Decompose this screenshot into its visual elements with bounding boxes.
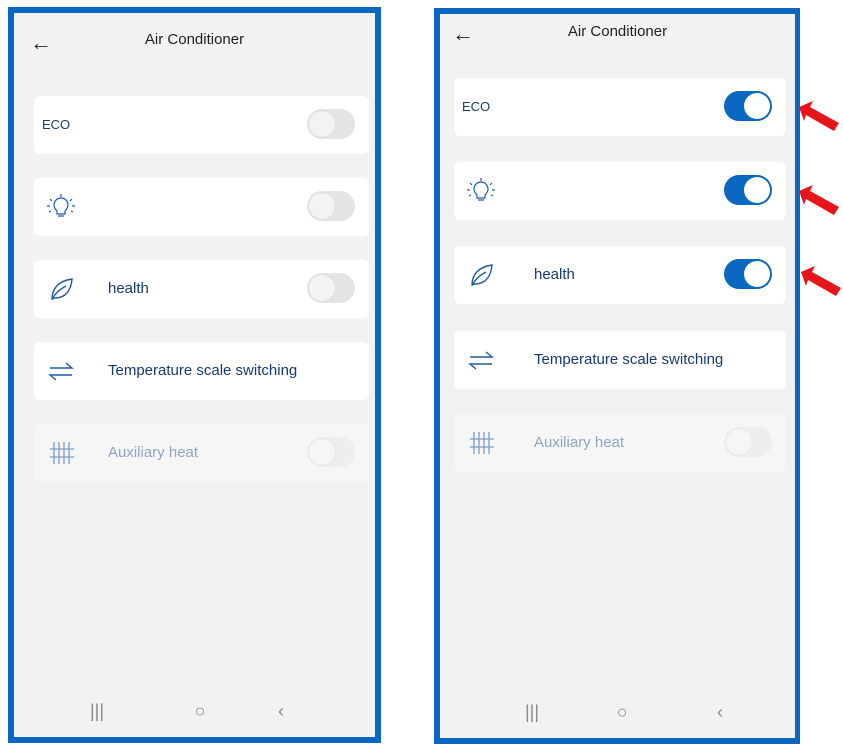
leaf-icon [464, 258, 498, 292]
system-nav-bar: ||| ○ ‹ [440, 692, 795, 738]
phone-screen-right: ← Air Conditioner ECO health Temperature… [434, 8, 800, 744]
health-label: health [108, 280, 149, 297]
page-title: Air Conditioner [567, 23, 668, 40]
toggle-knob [744, 261, 770, 287]
annotation-arrow-icon [799, 101, 839, 131]
light-row [34, 178, 369, 236]
toggle-knob [744, 93, 770, 119]
top-bar: ← Air Conditioner [14, 13, 375, 73]
lightbulb-icon [44, 190, 78, 224]
recent-apps-button[interactable]: ||| [517, 702, 547, 728]
health-toggle[interactable] [724, 259, 772, 289]
eco-toggle[interactable] [307, 109, 355, 139]
eco-toggle[interactable] [724, 91, 772, 121]
temperature-scale-label: Temperature scale switching [534, 351, 724, 368]
swap-arrows-icon [44, 354, 78, 388]
eco-row: ECO [454, 78, 786, 136]
toggle-knob [309, 275, 335, 301]
auxiliary-heat-row: Auxiliary heat [34, 424, 369, 482]
nav-back-button[interactable]: ‹ [705, 702, 735, 728]
light-toggle[interactable] [724, 175, 772, 205]
light-toggle[interactable] [307, 191, 355, 221]
temperature-scale-row[interactable]: Temperature scale switching [454, 331, 786, 389]
home-button[interactable]: ○ [185, 701, 215, 727]
auxiliary-heat-label: Auxiliary heat [534, 434, 625, 451]
auxiliary-heat-row: Auxiliary heat [454, 414, 786, 472]
toggle-knob [309, 111, 335, 137]
toggle-knob [309, 439, 335, 465]
eco-label: ECO [42, 117, 71, 132]
home-button[interactable]: ○ [607, 702, 637, 728]
toggle-knob [309, 193, 335, 219]
temperature-scale-label: Temperature scale switching [108, 362, 298, 379]
eco-label: ECO [462, 99, 491, 114]
temperature-scale-row[interactable]: Temperature scale switching [34, 342, 369, 400]
leaf-icon [44, 272, 78, 306]
system-nav-bar: ||| ○ ‹ [14, 691, 375, 737]
recent-apps-button[interactable]: ||| [82, 701, 112, 727]
annotation-arrow-icon [801, 266, 841, 296]
auxiliary-heat-toggle [307, 437, 355, 467]
toggle-knob [726, 429, 752, 455]
eco-row: ECO [34, 96, 369, 154]
top-bar: ← Air Conditioner [440, 14, 795, 74]
lightbulb-icon [464, 174, 498, 208]
swap-arrows-icon [464, 343, 498, 377]
heater-grid-icon [464, 426, 498, 460]
health-row: health [454, 246, 786, 304]
toggle-knob [744, 177, 770, 203]
health-row: health [34, 260, 369, 318]
health-toggle[interactable] [307, 273, 355, 303]
annotation-arrow-icon [799, 185, 839, 215]
heater-grid-icon [44, 436, 78, 470]
page-title: Air Conditioner [144, 31, 245, 48]
health-label: health [534, 266, 575, 283]
light-row [454, 162, 786, 220]
auxiliary-heat-toggle [724, 427, 772, 457]
nav-back-button[interactable]: ‹ [266, 701, 296, 727]
phone-screen-left: ← Air Conditioner ECO health Temperature… [8, 7, 381, 743]
auxiliary-heat-label: Auxiliary heat [108, 444, 199, 461]
